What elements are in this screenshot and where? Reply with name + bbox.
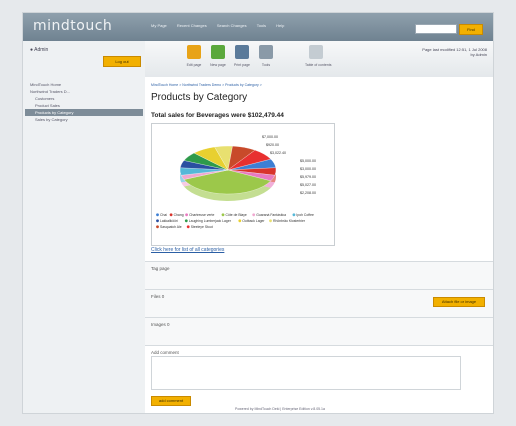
pie-value-label: $5,027.00 — [300, 183, 316, 187]
pie-value-label: $2,208.00 — [300, 191, 316, 195]
legend-label: Steeleye Stout — [191, 225, 213, 229]
pie-value-label: $5,000.00 — [300, 159, 316, 163]
nav-recent-changes[interactable]: Recent Changes — [177, 23, 207, 28]
legend-label: Chai — [160, 213, 167, 217]
sidebar: ● Admin Log out MindTouch Home Northwind… — [23, 41, 146, 413]
comment-section: Add comment add comment — [145, 345, 493, 413]
legend-swatch — [185, 213, 188, 217]
edit-page-label: Edit page — [186, 63, 202, 67]
user-label: Admin — [34, 47, 49, 53]
legend-label: Sasquatch Ale — [160, 225, 182, 229]
tools-icon — [259, 45, 273, 59]
legend-label: Laughing Lumberjack Lager — [189, 219, 232, 223]
sidebar-item-products-by-category[interactable]: Products by Category — [25, 109, 143, 116]
tools-button[interactable]: Tools — [255, 45, 277, 67]
find-button[interactable]: Find — [459, 24, 483, 35]
chart-heading: Total sales for Beverages were $102,479.… — [151, 112, 284, 119]
print-icon — [235, 45, 249, 59]
tag-section: Tag page — [145, 261, 493, 290]
legend-label: Guaraná Fantástica — [256, 213, 286, 217]
pie-chart-svg: $7,000.00 $920.00 $3,022.40 $5,000.00 $3,000… — [156, 135, 316, 229]
comment-textarea[interactable] — [151, 356, 461, 390]
legend-swatch — [156, 213, 159, 217]
new-page-button[interactable]: New page — [207, 45, 229, 67]
legend-swatch — [156, 219, 159, 223]
legend-swatch — [184, 219, 188, 223]
user-icon: ● — [30, 47, 34, 53]
page-author-line[interactable]: by Admin — [422, 52, 487, 57]
legend-label: Outback Lager — [242, 219, 265, 223]
legend-swatch — [221, 213, 225, 217]
app-window: mindtouch My Page Recent Changes Search … — [22, 12, 494, 414]
sidebar-item-sales-by-category[interactable]: Sales by Category — [25, 116, 143, 123]
sidebar-nav: MindTouch Home Northwind Traders D... Cu… — [25, 81, 143, 123]
top-nav: My Page Recent Changes Search Changes To… — [151, 23, 293, 28]
new-page-label: New page — [210, 63, 226, 67]
logo: mindtouch — [33, 18, 113, 34]
toc-label: Table of contents — [305, 63, 332, 67]
attach-file-button[interactable]: Attach file or image — [433, 297, 485, 307]
edit-page-button[interactable]: Edit page — [183, 45, 205, 67]
nav-my-page[interactable]: My Page — [151, 23, 167, 28]
pie-value-label: $5,979.00 — [300, 175, 316, 179]
legend-swatch — [186, 225, 190, 229]
legend-swatch — [269, 219, 272, 223]
page-info: Page last modified 12:51, 1 Jul 2008 by … — [422, 47, 487, 57]
toc-button[interactable]: Table of contents — [305, 45, 332, 67]
pie-value-label: $7,000.00 — [262, 135, 278, 139]
print-page-button[interactable]: Print page — [231, 45, 253, 67]
print-page-label: Print page — [234, 63, 250, 67]
legend-label: Rhönbräu Klosterbier — [273, 219, 306, 223]
nav-help[interactable]: Help — [276, 23, 284, 28]
sidebar-item-product-sales[interactable]: Product Sales — [25, 102, 143, 109]
files-section: Files 0 Attach file or image — [145, 289, 493, 318]
search-input[interactable] — [415, 24, 457, 34]
pie-value-label: $3,000.00 — [300, 167, 316, 171]
legend-swatch — [238, 219, 242, 223]
pie-chart: $7,000.00 $920.00 $3,022.40 $5,000.00 $3,000… — [151, 123, 335, 246]
pie-value-label: $3,022.40 — [270, 151, 286, 155]
toc-icon — [309, 45, 323, 59]
header-bar: mindtouch My Page Recent Changes Search … — [23, 13, 493, 41]
files-label: Files 0 — [151, 294, 165, 299]
legend-label: Chang — [174, 213, 184, 217]
new-page-icon — [211, 45, 225, 59]
images-section: Images 0 — [145, 317, 493, 346]
logout-button[interactable]: Log out — [103, 56, 141, 67]
comment-label: Add comment — [151, 350, 179, 355]
breadcrumb[interactable]: MindTouch Home > Northwind Traders Demo … — [151, 83, 262, 87]
all-categories-link[interactable]: Click here for list of all categories — [151, 247, 224, 253]
legend-label: Chartreuse verte — [189, 213, 214, 217]
user-name: ● Admin — [30, 47, 48, 53]
footer-text: Powered by MindTouch Deki | Enterprise E… — [235, 407, 325, 411]
legend-swatch — [169, 213, 173, 217]
legend-swatch — [252, 213, 256, 217]
legend-label: Côte de Blaye — [226, 213, 247, 217]
legend-label: Ipoh Coffee — [296, 213, 314, 217]
add-comment-button[interactable]: add comment — [151, 396, 191, 406]
images-label: Images 0 — [151, 322, 170, 327]
tools-label: Tools — [261, 63, 271, 67]
sidebar-item-home[interactable]: MindTouch Home — [25, 81, 143, 88]
nav-search-changes[interactable]: Search Changes — [217, 23, 247, 28]
page-title: Products by Category — [151, 92, 248, 103]
pie-value-label: $920.00 — [266, 143, 279, 147]
main-content: MindTouch Home > Northwind Traders Demo … — [145, 77, 493, 413]
legend-swatch — [292, 213, 296, 217]
nav-tools[interactable]: Tools — [257, 23, 266, 28]
pencil-icon — [187, 45, 201, 59]
sidebar-item-northwind[interactable]: Northwind Traders D... — [25, 88, 143, 95]
tag-label[interactable]: Tag page — [151, 266, 170, 271]
page-toolbar: Edit page New page Print page Tools Tabl… — [145, 41, 493, 78]
legend-label: Lakkalikööri — [160, 219, 178, 223]
legend-swatch — [156, 225, 159, 229]
sidebar-item-customers[interactable]: Customers — [25, 95, 143, 102]
